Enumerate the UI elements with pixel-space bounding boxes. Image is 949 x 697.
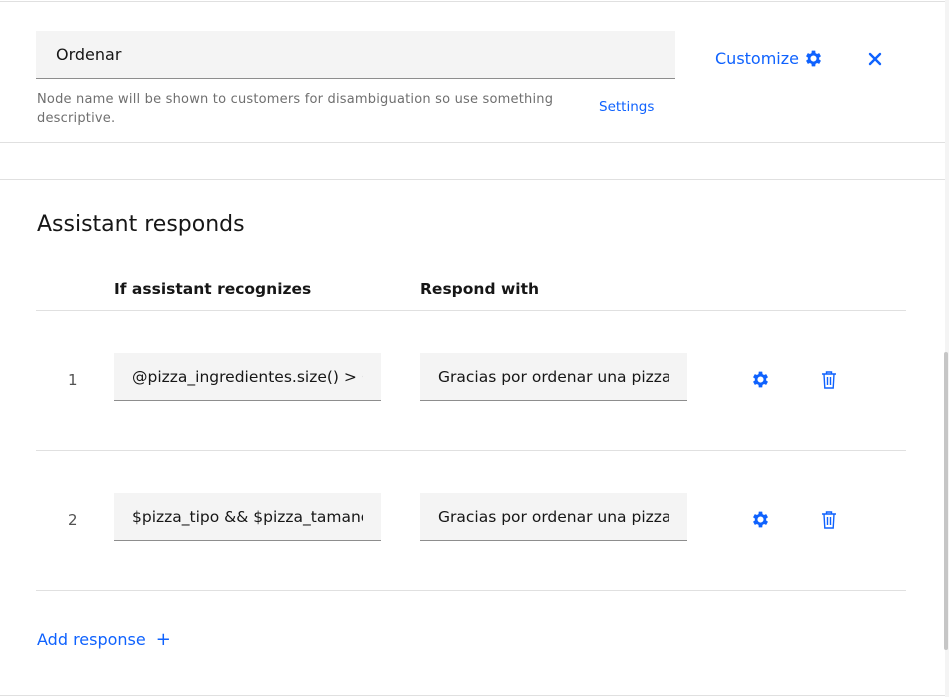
row-divider — [36, 450, 906, 451]
divider — [0, 1, 945, 2]
plus-icon: + — [155, 629, 171, 650]
divider — [0, 695, 945, 696]
response-input[interactable] — [420, 353, 687, 401]
column-header-condition: If assistant recognizes — [114, 280, 312, 298]
row-number: 1 — [68, 371, 78, 389]
response-input[interactable] — [420, 493, 687, 541]
node-name-input[interactable] — [36, 31, 675, 79]
gear-icon[interactable] — [750, 369, 771, 390]
row-number: 2 — [68, 511, 78, 529]
gear-icon — [806, 50, 821, 67]
customize-button[interactable]: Customize — [715, 48, 824, 69]
divider — [0, 179, 945, 180]
settings-link[interactable]: Settings — [599, 99, 654, 115]
divider — [0, 142, 945, 143]
scrollbar-thumb[interactable] — [944, 352, 948, 650]
gear-icon[interactable] — [750, 509, 771, 530]
condition-input[interactable] — [114, 493, 381, 541]
column-header-response: Respond with — [420, 280, 540, 298]
row-divider — [36, 590, 906, 591]
trash-icon[interactable] — [820, 370, 838, 390]
row-divider — [36, 310, 906, 311]
add-response-label: Add response — [37, 630, 146, 649]
close-icon[interactable] — [864, 48, 886, 70]
node-name-helper-text: Node name will be shown to customers for… — [37, 92, 554, 126]
condition-input[interactable] — [114, 353, 381, 401]
add-response-button[interactable]: Add response + — [37, 629, 171, 650]
trash-icon[interactable] — [820, 510, 838, 530]
customize-label: Customize — [715, 49, 799, 68]
section-title: Assistant responds — [37, 212, 245, 237]
